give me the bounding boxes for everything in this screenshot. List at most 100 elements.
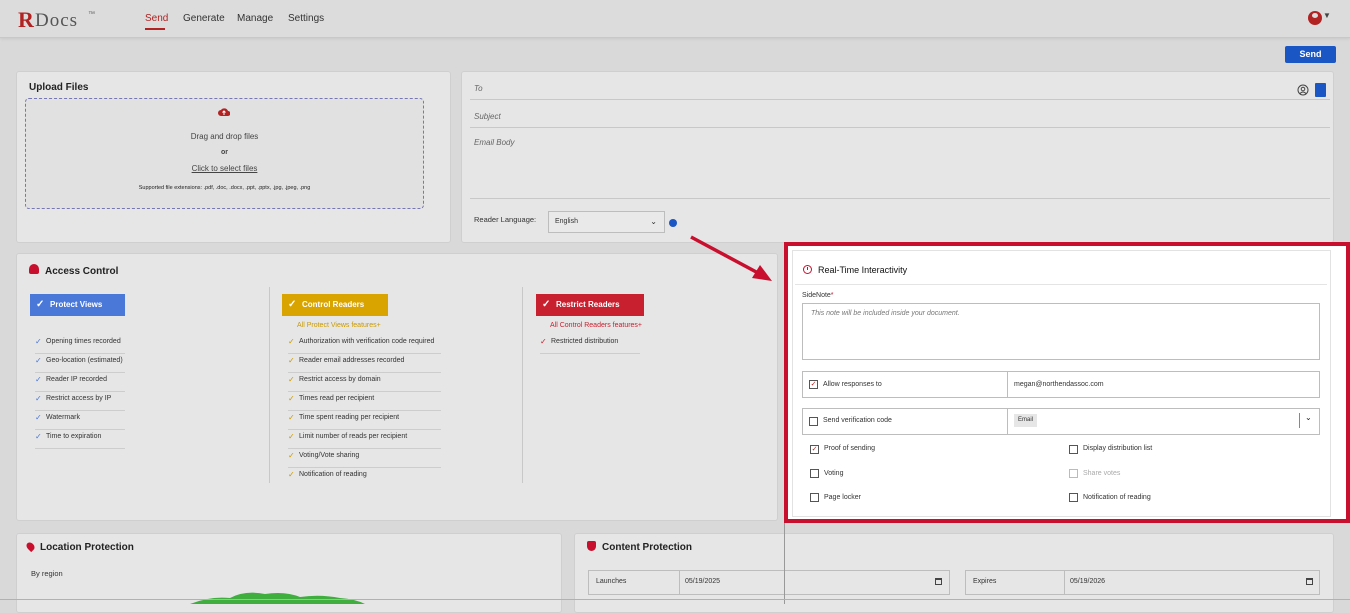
calendar-icon[interactable] [1306,578,1313,585]
feature-label: Reader IP recorded [46,376,107,383]
check-icon: ✓ [542,299,551,310]
proof-of-sending-checkbox[interactable]: ✓ [810,445,819,454]
content-protection-title: Content Protection [602,542,692,553]
allow-responses-checkbox[interactable]: ✓ [809,380,818,389]
check-icon: ✓ [540,337,547,346]
control-readers-label: Control Readers [302,300,365,309]
check-icon: ✓ [35,432,42,441]
control-readers-button[interactable]: ✓ Control Readers [282,294,388,316]
info-icon[interactable] [669,219,677,227]
expires-label: Expires [973,578,997,585]
feature-label: Time spent reading per recipient [299,414,400,421]
protect-views-label: Protect Views [50,300,103,309]
allow-responses-email-input[interactable]: megan@northendassoc.com [1014,381,1104,388]
select-files-link[interactable]: Click to select files [26,164,423,173]
feature-label: Geo-location (estimated) [46,357,123,364]
location-protection-title: Location Protection [40,542,134,553]
check-icon: ✓ [35,394,42,403]
check-icon: ✓ [35,413,42,422]
field-divider [1007,408,1008,435]
realtime-title: Real-Time Interactivity [818,265,908,275]
list-item: ✓ Restrict access by domain [288,373,441,392]
to-label: To [474,84,483,93]
email-body-label: Email Body [474,138,515,147]
subject-label: Subject [474,112,501,121]
control-readers-note: All Protect Views features+ [297,322,381,329]
display-distribution-checkbox[interactable] [1069,445,1078,454]
list-item: ✓ Voting/Vote sharing [288,449,441,468]
guide-line [784,520,785,604]
expires-field[interactable] [965,570,1320,595]
supported-extensions-text: Supported file extensions: .pdf, .doc, .… [138,185,311,191]
share-votes-label: Share votes [1083,470,1121,477]
list-item: ✓ Time to expiration [35,430,125,449]
column-divider [522,287,523,483]
feature-label: Restrict access by IP [46,395,112,402]
nav-settings[interactable]: Settings [288,13,324,24]
calendar-icon[interactable] [935,578,942,585]
send-button[interactable]: Send [1285,46,1336,63]
by-region-label: By region [31,569,63,578]
feature-label: Restricted distribution [551,338,619,345]
feature-label: Watermark [46,414,80,421]
restrict-readers-button[interactable]: ✓ Restrict Readers [536,294,644,316]
launches-field[interactable] [588,570,950,595]
title-divider [795,284,1327,285]
check-icon: ✓ [288,470,295,479]
share-votes-checkbox[interactable] [1069,469,1078,478]
region-map[interactable] [190,588,365,604]
contacts-icon[interactable] [1297,84,1309,96]
feature-label: Notification of reading [299,471,367,478]
reader-language-select[interactable]: English ⌄ [548,211,665,233]
list-item: ✓ Reader IP recorded [35,373,125,392]
verification-method-select[interactable]: Email [1014,414,1038,427]
logo-trademark: ™ [88,11,95,18]
column-divider [269,287,270,483]
reader-language-value: English [555,218,578,225]
feature-label: Reader email addresses recorded [299,357,405,364]
voting-checkbox[interactable] [810,469,819,478]
protect-views-button[interactable]: ✓ Protect Views [30,294,125,316]
list-item: ✓ Authorization with verification code re… [288,335,441,354]
logo-r: R [18,7,34,32]
send-verification-checkbox[interactable] [809,417,818,426]
feature-label: Restrict access by domain [299,376,381,383]
chevron-down-icon[interactable]: ⌄ [1305,413,1312,422]
nav-manage[interactable]: Manage [237,13,273,24]
clock-icon [803,265,812,274]
reader-language-label: Reader Language: [474,215,537,224]
page-locker-checkbox[interactable] [810,493,819,502]
sidenote-label-text: SideNote [802,292,831,299]
to-field[interactable] [470,99,1330,100]
feature-label: Times read per recipient [299,395,375,402]
chevron-down-icon: ⌄ [650,217,657,226]
field-divider [1007,371,1008,398]
check-icon: ✓ [288,375,295,384]
feature-label: Opening times recorded [46,338,121,345]
nav-generate[interactable]: Generate [183,13,225,24]
check-icon: ✓ [288,451,295,460]
user-account-icon[interactable] [1308,11,1322,25]
notification-reading-checkbox[interactable] [1069,493,1078,502]
check-icon: ✓ [35,375,42,384]
required-marker: * [830,292,834,299]
bottom-divider [0,599,1350,600]
sidenote-textarea[interactable]: This note will be included inside your d… [802,303,1320,360]
check-icon: ✓ [288,356,295,365]
subject-field[interactable] [470,127,1330,128]
restrict-readers-label: Restrict Readers [556,300,620,309]
voting-label: Voting [824,470,844,477]
email-body-field[interactable] [470,198,1330,199]
nav-send[interactable]: Send [145,13,168,24]
access-control-title: Access Control [45,266,119,277]
select-divider [1299,413,1300,428]
caret-down-icon[interactable]: ▼ [1323,11,1331,20]
proof-of-sending-label: Proof of sending [824,445,875,452]
expires-date[interactable]: 05/19/2026 [1070,578,1105,585]
list-item: ✓ Time spent reading per recipient [288,411,441,430]
address-book-icon[interactable] [1315,83,1326,97]
notification-reading-label: Notification of reading [1083,494,1151,501]
display-distribution-label: Display distribution list [1083,445,1153,452]
launches-date[interactable]: 05/19/2025 [685,578,720,585]
list-item: ✓ Restrict access by IP [35,392,125,411]
